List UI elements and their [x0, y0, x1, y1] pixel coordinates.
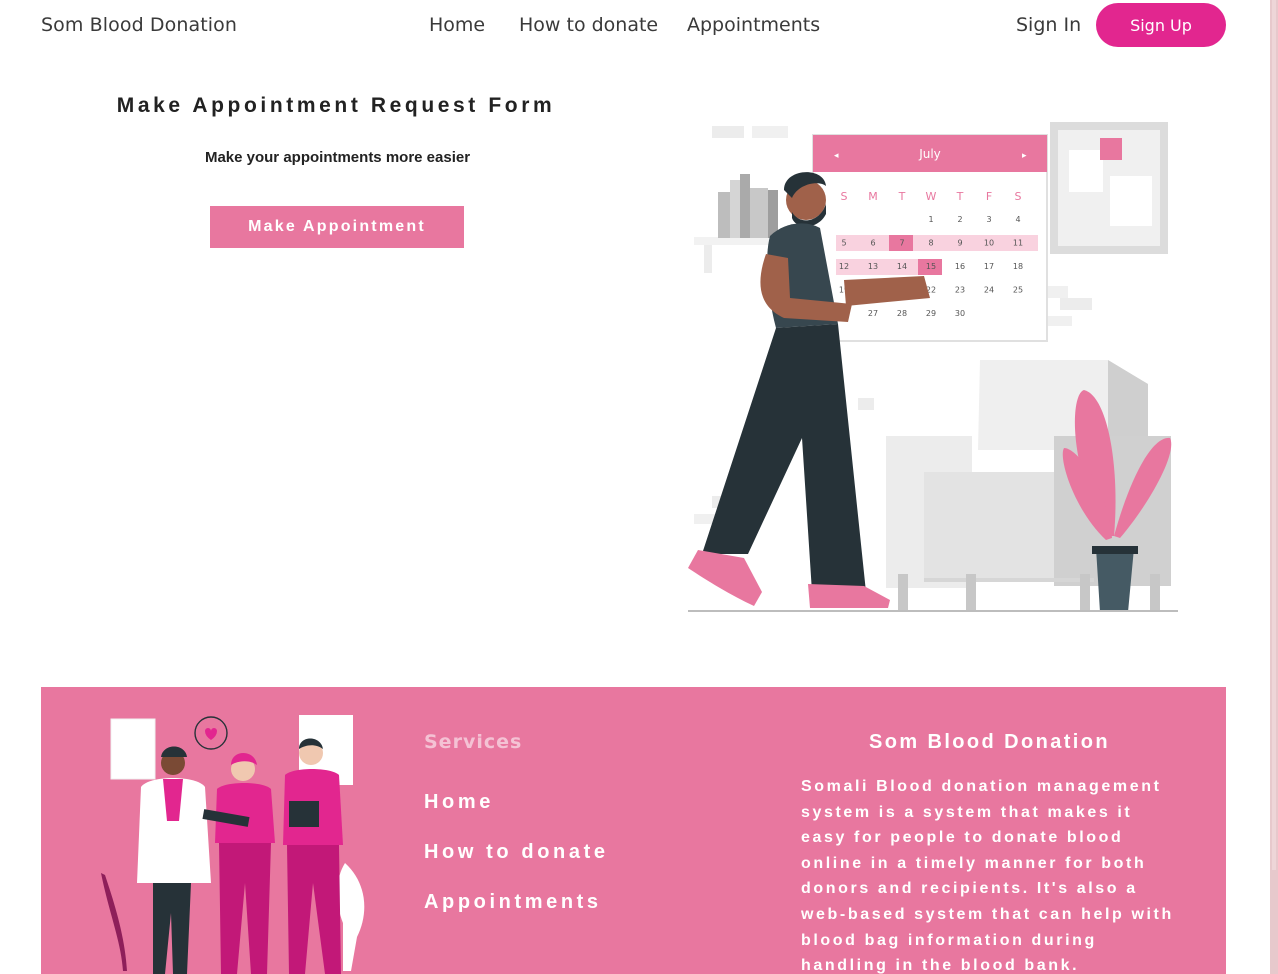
calendar-weekday: F: [986, 190, 992, 203]
calendar-day: 10: [984, 239, 994, 248]
footer-link-home[interactable]: Home: [424, 791, 494, 814]
footer: Services Home How to donate Appointments…: [41, 687, 1226, 974]
calendar-day: 5: [841, 239, 846, 248]
calendar-illustration: July ◂ ▸ SMTWTFS 1 2 3 45 6 7 8 9 10 1112 13 14 15 16…: [688, 122, 1178, 612]
calendar-weekday: S: [841, 190, 848, 203]
calendar-day: 17: [984, 262, 994, 271]
org-description: Somali Blood donation management system …: [801, 778, 1174, 974]
scrollbar-thumb[interactable]: [1272, 0, 1276, 870]
footer-link-appointments[interactable]: Appointments: [424, 891, 602, 914]
page-subtitle: Make your appointments more easier: [204, 149, 471, 166]
calendar-day: 6: [870, 239, 875, 248]
calendar-day: 11: [1013, 239, 1023, 248]
nav-link-how-to-donate[interactable]: How to donate: [519, 14, 658, 36]
calendar-day: 14: [897, 262, 907, 271]
sign-in-link[interactable]: Sign In: [1016, 14, 1081, 36]
services-title: Services: [424, 731, 523, 753]
page-title: Make Appointment Request Form: [116, 94, 556, 117]
scrollbar[interactable]: [1270, 0, 1278, 974]
calendar-day: 2: [957, 215, 962, 224]
calendar-day: 16: [955, 262, 965, 271]
calendar-weekday: W: [926, 190, 937, 203]
calendar-weekday: M: [868, 190, 878, 203]
calendar-day: 13: [868, 262, 878, 271]
calendar-day: 23: [955, 286, 965, 295]
calendar-day: 29: [926, 309, 936, 318]
calendar-day: 1: [928, 215, 933, 224]
calendar-day: 4: [1015, 215, 1020, 224]
org-title: Som Blood Donation: [869, 731, 1110, 753]
calendar-day: 25: [1013, 286, 1023, 295]
medical-staff-illustration: [101, 715, 365, 974]
calendar-weekday: T: [898, 190, 906, 203]
nav-link-appointments[interactable]: Appointments: [687, 14, 820, 36]
calendar-day: 3: [986, 215, 991, 224]
svg-text:◂: ◂: [834, 151, 839, 161]
footer-link-how-to-donate[interactable]: How to donate: [424, 841, 609, 864]
calendar-day: 15: [926, 262, 936, 271]
calendar-day: 7: [899, 239, 904, 248]
calendar-weekday: S: [1015, 190, 1022, 203]
nav-link-home[interactable]: Home: [429, 14, 485, 36]
calendar-day: 24: [984, 286, 994, 295]
calendar-day: 9: [957, 239, 962, 248]
navbar: Som Blood Donation Home How to donate Ap…: [0, 0, 1270, 54]
make-appointment-button[interactable]: Make Appointment: [210, 206, 464, 248]
calendar-month: July: [918, 147, 941, 161]
calendar-day: 18: [1013, 262, 1023, 271]
calendar-day: 12: [839, 262, 849, 271]
calendar-day: 28: [897, 309, 907, 318]
calendar-day: 27: [868, 309, 878, 318]
calendar-day: 8: [928, 239, 933, 248]
sign-up-button[interactable]: Sign Up: [1096, 3, 1226, 47]
calendar-weekday: T: [956, 190, 964, 203]
brand-name[interactable]: Som Blood Donation: [41, 14, 237, 36]
calendar-day: 30: [955, 309, 965, 318]
svg-text:▸: ▸: [1022, 151, 1027, 161]
